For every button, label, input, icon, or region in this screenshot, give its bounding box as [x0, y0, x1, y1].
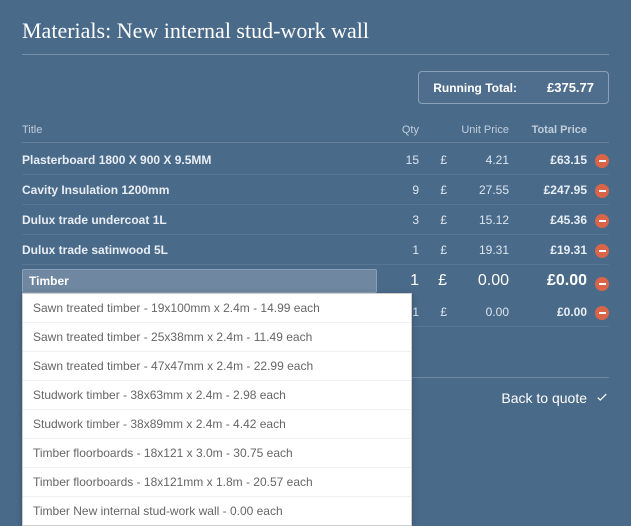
- delete-row-button[interactable]: [595, 277, 609, 291]
- running-total-value: £375.77: [547, 80, 594, 95]
- cell-unit: 15.12: [447, 213, 509, 227]
- cell-unit: 0.00: [447, 272, 509, 290]
- dropdown-item[interactable]: Sawn treated timber - 47x47mm x 2.4m - 2…: [23, 352, 411, 381]
- cell-total: £0.00: [509, 305, 587, 319]
- header-unit: Unit Price: [447, 124, 509, 136]
- cell-qty: 9: [377, 183, 419, 197]
- cell-unit: 0.00: [447, 305, 509, 319]
- dropdown-item[interactable]: Studwork timber - 38x63mm x 2.4m - 2.98 …: [23, 381, 411, 410]
- cell-currency: £: [419, 183, 447, 197]
- cell-qty: 15: [377, 153, 419, 167]
- cell-total: £19.31: [509, 243, 587, 257]
- dropdown-item[interactable]: Timber floorboards - 18x121mm x 1.8m - 2…: [23, 468, 411, 497]
- running-total-box: Running Total: £375.77: [418, 71, 609, 104]
- cell-qty: 1: [377, 272, 419, 290]
- check-icon: [595, 391, 609, 405]
- dropdown-item[interactable]: Studwork timber - 38x89mm x 2.4m - 4.42 …: [23, 410, 411, 439]
- table-row: Sawn treated timber - 19x100mm x 2.4m - …: [22, 265, 609, 297]
- delete-row-button[interactable]: [595, 306, 609, 320]
- delete-row-button[interactable]: [595, 184, 609, 198]
- delete-row-button[interactable]: [595, 214, 609, 228]
- cell-unit: 4.21: [447, 153, 509, 167]
- cell-total: £0.00: [509, 272, 587, 290]
- cell-total: £45.36: [509, 213, 587, 227]
- cell-title: Plasterboard 1800 X 900 X 9.5MM: [22, 153, 377, 167]
- dropdown-item[interactable]: Sawn treated timber - 25x38mm x 2.4m - 1…: [23, 323, 411, 352]
- dropdown-item[interactable]: Sawn treated timber - 19x100mm x 2.4m - …: [23, 294, 411, 323]
- cell-currency: £: [419, 153, 447, 167]
- cell-total: £247.95: [509, 183, 587, 197]
- cell-title: Dulux trade satinwood 5L: [22, 243, 377, 257]
- delete-row-button[interactable]: [595, 154, 609, 168]
- delete-row-button[interactable]: [595, 244, 609, 258]
- back-to-quote-label: Back to quote: [501, 390, 587, 406]
- cell-title: Cavity Insulation 1200mm: [22, 183, 377, 197]
- cell-unit: 19.31: [447, 243, 509, 257]
- cell-currency: £: [419, 243, 447, 257]
- cell-unit: 27.55: [447, 183, 509, 197]
- header-total: Total Price: [509, 124, 587, 136]
- cell-currency: £: [419, 272, 447, 290]
- material-search-input[interactable]: [22, 269, 377, 293]
- cell-title: Dulux trade undercoat 1L: [22, 213, 377, 227]
- back-to-quote-link[interactable]: Back to quote: [501, 390, 609, 406]
- running-total-label: Running Total:: [433, 81, 517, 95]
- table-row: Dulux trade undercoat 1L 3 £ 15.12 £45.3…: [22, 205, 609, 235]
- autocomplete-dropdown: Sawn treated timber - 19x100mm x 2.4m - …: [22, 293, 412, 526]
- cell-currency: £: [419, 305, 447, 319]
- table-row: Cavity Insulation 1200mm 9 £ 27.55 £247.…: [22, 175, 609, 205]
- cell-qty: 3: [377, 213, 419, 227]
- header-qty: Qty: [377, 124, 419, 136]
- header-title: Title: [22, 124, 377, 136]
- cell-total: £63.15: [509, 153, 587, 167]
- dropdown-item[interactable]: Timber floorboards - 18x121 x 3.0m - 30.…: [23, 439, 411, 468]
- dropdown-item[interactable]: Timber New internal stud-work wall - 0.0…: [23, 497, 411, 525]
- cell-qty: 1: [377, 243, 419, 257]
- cell-currency: £: [419, 213, 447, 227]
- page-title: Materials: New internal stud-work wall: [22, 18, 609, 55]
- table-header: Title Qty Unit Price Total Price: [22, 118, 609, 143]
- table-row: Dulux trade satinwood 5L 1 £ 19.31 £19.3…: [22, 235, 609, 265]
- table-row: Plasterboard 1800 X 900 X 9.5MM 15 £ 4.2…: [22, 145, 609, 175]
